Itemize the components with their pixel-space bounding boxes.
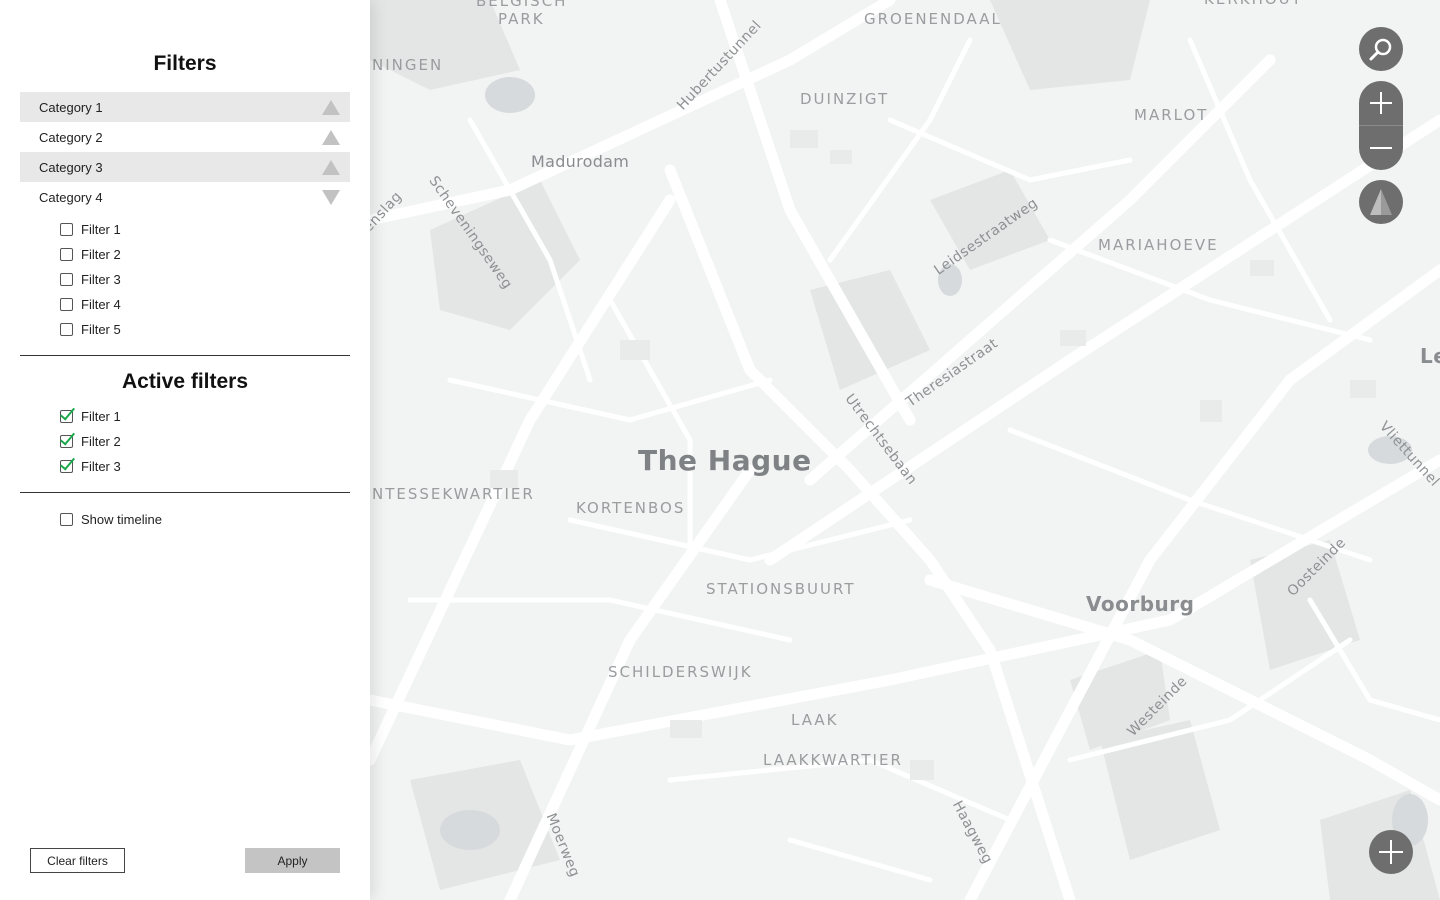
filter-option[interactable]: Filter 3	[60, 270, 121, 288]
checked-checkbox[interactable]	[60, 459, 73, 473]
filter-label: Filter 3	[81, 271, 121, 287]
show-timeline-option[interactable]: Show timeline	[60, 510, 162, 528]
checkbox[interactable]	[60, 512, 73, 526]
map-label-the-hague: The Hague	[638, 444, 812, 477]
checkbox[interactable]	[60, 222, 73, 236]
collapse-arrow-icon	[322, 159, 340, 175]
collapse-arrow-icon	[322, 99, 340, 115]
category-1-row[interactable]: Category 1	[20, 92, 350, 122]
map-label-voorburg: Voorburg	[1086, 592, 1195, 616]
filter-option[interactable]: Filter 5	[60, 320, 121, 338]
compass-icon	[1370, 189, 1392, 215]
category-2-row[interactable]: Category 2	[20, 122, 350, 152]
checked-checkbox[interactable]	[60, 434, 73, 448]
checkbox[interactable]	[60, 272, 73, 286]
search-icon	[1369, 38, 1392, 61]
map-label-madurodam: Madurodam	[531, 152, 630, 171]
category-3-row[interactable]: Category 3	[20, 152, 350, 182]
zoom-control	[1359, 81, 1403, 170]
map-label-stationsbuurt: STATIONSBUURT	[706, 580, 856, 598]
map-label-schilderswijk: SCHILDERSWIJK	[608, 663, 753, 681]
map-label-ntessekwartier: NTESSEKWARTIER	[372, 485, 535, 503]
map-label-groenendaal: GROENENDAAL	[864, 10, 1002, 28]
category-3-label: Category 3	[39, 159, 103, 175]
map-label-laakkwartier: LAAKKWARTIER	[763, 751, 903, 769]
filter-label: Filter 5	[81, 321, 121, 337]
map-label-kortenbos: KORTENBOS	[576, 499, 686, 517]
apply-button[interactable]: Apply	[245, 848, 340, 873]
filter-option[interactable]: Filter 4	[60, 295, 121, 313]
active-filter-label: Filter 2	[81, 433, 121, 449]
map-label-kerkhout: KERKHOUT	[1204, 0, 1303, 8]
map-streets	[370, 0, 1440, 900]
collapse-arrow-icon	[322, 129, 340, 145]
active-filter-option[interactable]: Filter 3	[60, 457, 121, 475]
filter-option[interactable]: Filter 1	[60, 220, 121, 238]
active-filters-title: Active filters	[121, 370, 249, 393]
checkbox[interactable]	[60, 322, 73, 336]
map-label-duinzigt: DUINZIGT	[800, 90, 890, 108]
filter-option[interactable]: Filter 2	[60, 245, 121, 263]
category-2-label: Category 2	[39, 129, 103, 145]
map-label-park: PARK	[498, 10, 545, 28]
plus-icon	[1370, 92, 1392, 114]
compass-button[interactable]	[1359, 180, 1403, 224]
filters-title: Filters	[153, 52, 217, 75]
zoom-in-button[interactable]	[1359, 81, 1403, 125]
checkbox[interactable]	[60, 247, 73, 261]
checked-checkbox[interactable]	[60, 409, 73, 423]
filter-label: Filter 2	[81, 246, 121, 262]
section-divider	[20, 355, 350, 356]
add-button[interactable]	[1369, 830, 1413, 874]
category-1-label: Category 1	[39, 99, 103, 115]
category-4-row[interactable]: Category 4	[20, 182, 350, 212]
map-label-marlot: MARLOT	[1134, 106, 1209, 124]
map-view[interactable]: BELGISCH PARK GROENENDAAL KERKHOUT NINGE…	[370, 0, 1440, 900]
active-filter-label: Filter 1	[81, 408, 121, 424]
filter-label: Filter 4	[81, 296, 121, 312]
map-label-le: Le	[1420, 344, 1440, 368]
clear-filters-button[interactable]: Clear filters	[30, 848, 125, 873]
expand-arrow-icon	[322, 189, 340, 205]
section-divider	[20, 492, 350, 493]
map-label-ningen: NINGEN	[372, 56, 444, 74]
map-label-mariahoeve: MARIAHOEVE	[1098, 236, 1219, 254]
show-timeline-label: Show timeline	[81, 511, 162, 527]
active-filter-label: Filter 3	[81, 458, 121, 474]
minus-icon	[1370, 147, 1392, 149]
plus-icon	[1379, 840, 1403, 864]
category-4-label: Category 4	[39, 189, 103, 205]
checkbox[interactable]	[60, 297, 73, 311]
filter-label: Filter 1	[81, 221, 121, 237]
active-filter-option[interactable]: Filter 1	[60, 407, 121, 425]
map-label-belgisch: BELGISCH	[476, 0, 568, 10]
map-label-laak: LAAK	[791, 711, 839, 729]
zoom-out-button[interactable]	[1359, 126, 1403, 170]
active-filter-option[interactable]: Filter 2	[60, 432, 121, 450]
filter-sidebar: Filters Category 1 Category 2 Category 3…	[0, 0, 370, 900]
map-search-button[interactable]	[1359, 27, 1403, 71]
